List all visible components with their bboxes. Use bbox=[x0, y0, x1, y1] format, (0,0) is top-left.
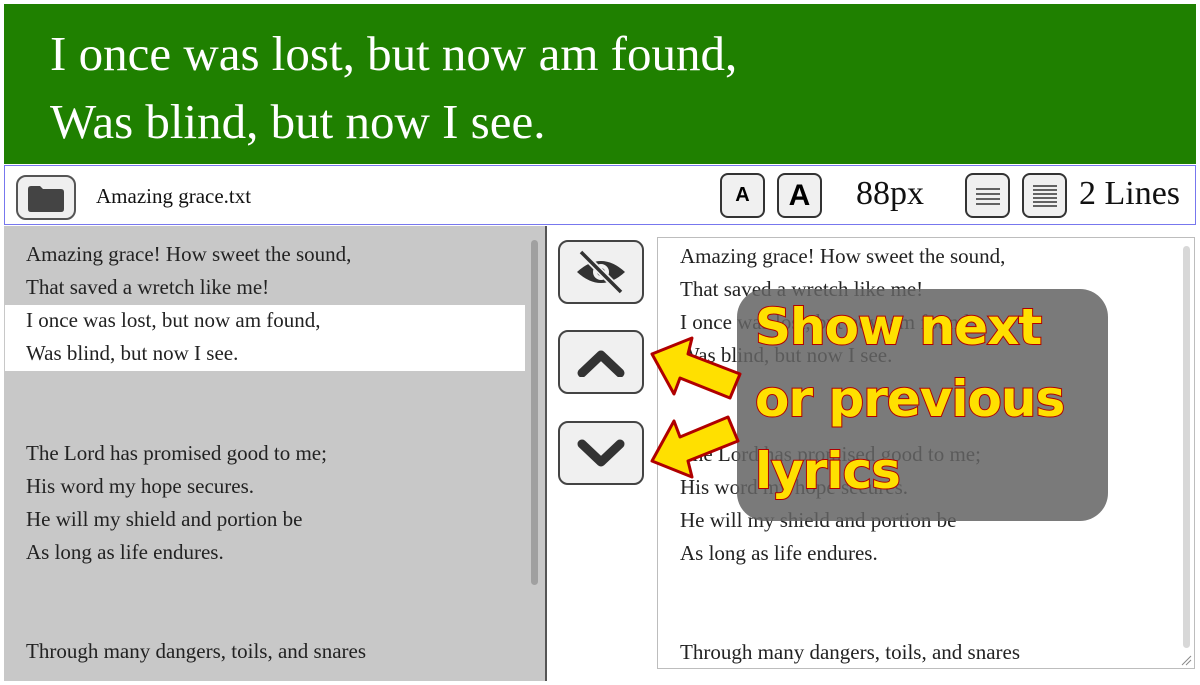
decrease-font-label: A bbox=[735, 184, 750, 206]
editor-line: Through many dangers, toils, and snares bbox=[680, 640, 1021, 664]
fewer-lines-button[interactable] bbox=[965, 173, 1010, 218]
increase-font-label: A bbox=[788, 178, 811, 212]
list-line[interactable]: Through many dangers, toils, and snares bbox=[26, 639, 366, 664]
increase-font-button[interactable]: A bbox=[777, 173, 822, 218]
list-scrollbar[interactable] bbox=[531, 240, 538, 585]
list-line[interactable]: Was blind, but now I see. bbox=[26, 341, 238, 366]
lyrics-list-panel[interactable]: Amazing grace! How sweet the sound, That… bbox=[4, 226, 547, 681]
list-line[interactable]: He will my shield and portion be bbox=[26, 507, 302, 532]
lines-fewer-icon bbox=[975, 187, 1000, 205]
list-line[interactable]: I once was lost, but now am found, bbox=[26, 308, 321, 333]
annotation-line-2: or previous bbox=[754, 369, 1066, 429]
font-size-value: 88px bbox=[856, 175, 924, 212]
list-line[interactable]: The Lord has promised good to me; bbox=[26, 441, 327, 466]
lines-count: 2 Lines bbox=[1079, 175, 1181, 212]
display-line-1: I once was lost, but now am found, bbox=[50, 26, 738, 81]
next-lyrics-button[interactable] bbox=[558, 421, 644, 485]
annotation-callout: Show next or previous lyrics bbox=[737, 289, 1108, 521]
previous-lyrics-button[interactable] bbox=[558, 330, 644, 394]
editor-line: As long as life endures. bbox=[680, 541, 878, 565]
arrow-down-icon bbox=[650, 415, 740, 479]
list-line[interactable]: That saved a wretch like me! bbox=[26, 275, 269, 300]
annotation-line-3: lyrics bbox=[754, 441, 902, 501]
open-file-button[interactable] bbox=[16, 175, 76, 220]
decrease-font-button[interactable]: A bbox=[720, 173, 765, 218]
editor-line: Amazing grace! How sweet the sound, bbox=[680, 244, 1006, 268]
file-name: Amazing grace.txt bbox=[96, 184, 252, 208]
annotation-line-1: Show next bbox=[754, 297, 1043, 357]
chevron-up-icon bbox=[577, 350, 625, 377]
resize-handle-icon[interactable] bbox=[1180, 654, 1192, 666]
arrow-up-icon bbox=[650, 336, 742, 400]
lines-more-icon bbox=[1032, 184, 1057, 207]
list-line[interactable]: His word my hope secures. bbox=[26, 474, 254, 499]
lyrics-display: I once was lost, but now am found, Was b… bbox=[4, 4, 1196, 164]
more-lines-button[interactable] bbox=[1022, 173, 1067, 218]
editor-scrollbar[interactable] bbox=[1183, 246, 1190, 648]
eye-slash-icon bbox=[577, 249, 625, 295]
list-line[interactable]: As long as life endures. bbox=[26, 540, 224, 565]
folder-icon bbox=[28, 185, 64, 212]
toolbar: Amazing grace.txt A A 88px 2 Lines bbox=[4, 165, 1196, 225]
list-line[interactable]: Amazing grace! How sweet the sound, bbox=[26, 242, 351, 267]
hide-display-button[interactable] bbox=[558, 240, 644, 304]
display-line-2: Was blind, but now I see. bbox=[50, 94, 546, 149]
chevron-down-icon bbox=[577, 439, 625, 467]
